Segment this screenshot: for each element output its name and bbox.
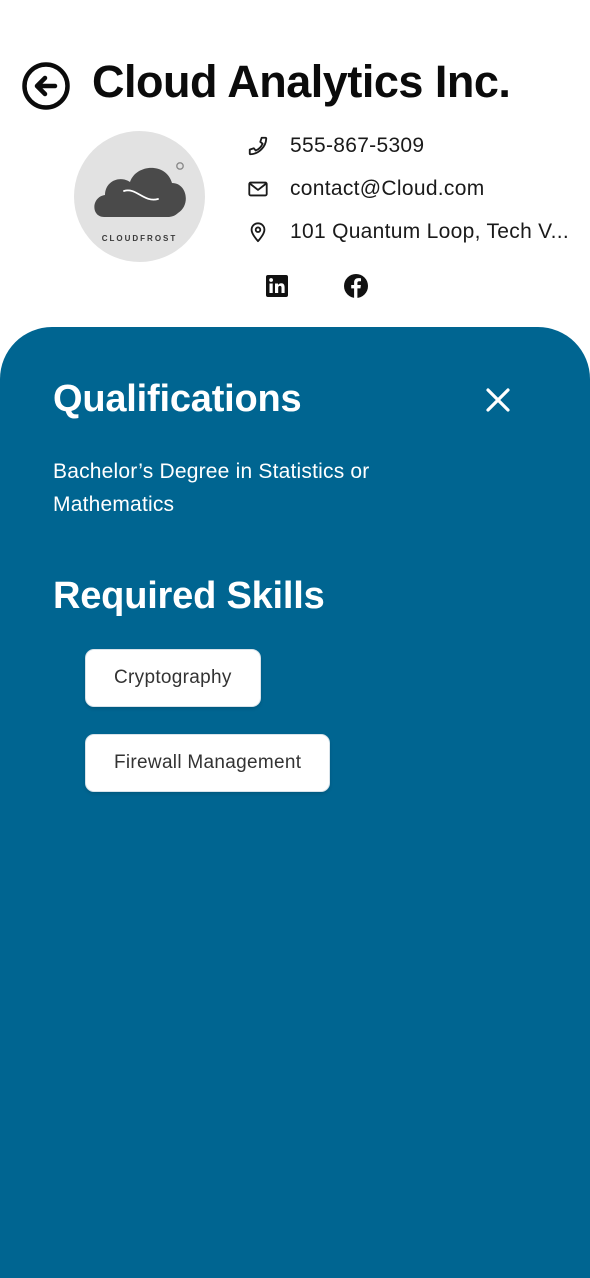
email-row[interactable]: contact@Cloud.com: [246, 174, 485, 204]
street-address: 101 Quantum Loop, Tech V...: [290, 220, 569, 243]
facebook-icon: [344, 274, 368, 298]
logo-text: CLOUDFROST: [101, 234, 178, 243]
facebook-link[interactable]: [343, 273, 369, 299]
qualifications-heading: Qualifications: [53, 378, 302, 420]
company-title: Cloud Analytics Inc.: [92, 56, 511, 107]
location-pin-icon: [246, 220, 270, 244]
phone-icon: [246, 134, 270, 158]
mail-icon: [246, 177, 270, 201]
required-skills-heading: Required Skills: [53, 575, 325, 617]
linkedin-icon: [266, 275, 288, 297]
address-row[interactable]: 101 Quantum Loop, Tech V...: [246, 217, 569, 247]
close-button[interactable]: [480, 382, 516, 418]
company-logo: CLOUDFROST: [74, 131, 205, 262]
skill-chip[interactable]: Cryptography: [85, 649, 261, 707]
qualifications-text: Bachelor’s Degree in Statistics or Mathe…: [53, 460, 370, 516]
job-details-sheet: Qualifications Bachelor’s Degree in Stat…: [0, 327, 590, 1278]
phone-row[interactable]: 555-867-5309: [246, 131, 424, 161]
linkedin-link[interactable]: [264, 273, 290, 299]
company-header: Cloud Analytics Inc. CLOUDFROST 555-867-…: [0, 0, 590, 330]
phone-number: 555-867-5309: [290, 134, 425, 157]
close-icon: [486, 388, 510, 412]
arrow-left-circle-icon: [22, 62, 70, 110]
back-button[interactable]: [20, 60, 72, 112]
email-address: contact@Cloud.com: [290, 177, 485, 200]
skill-chip[interactable]: Firewall Management: [85, 734, 331, 792]
